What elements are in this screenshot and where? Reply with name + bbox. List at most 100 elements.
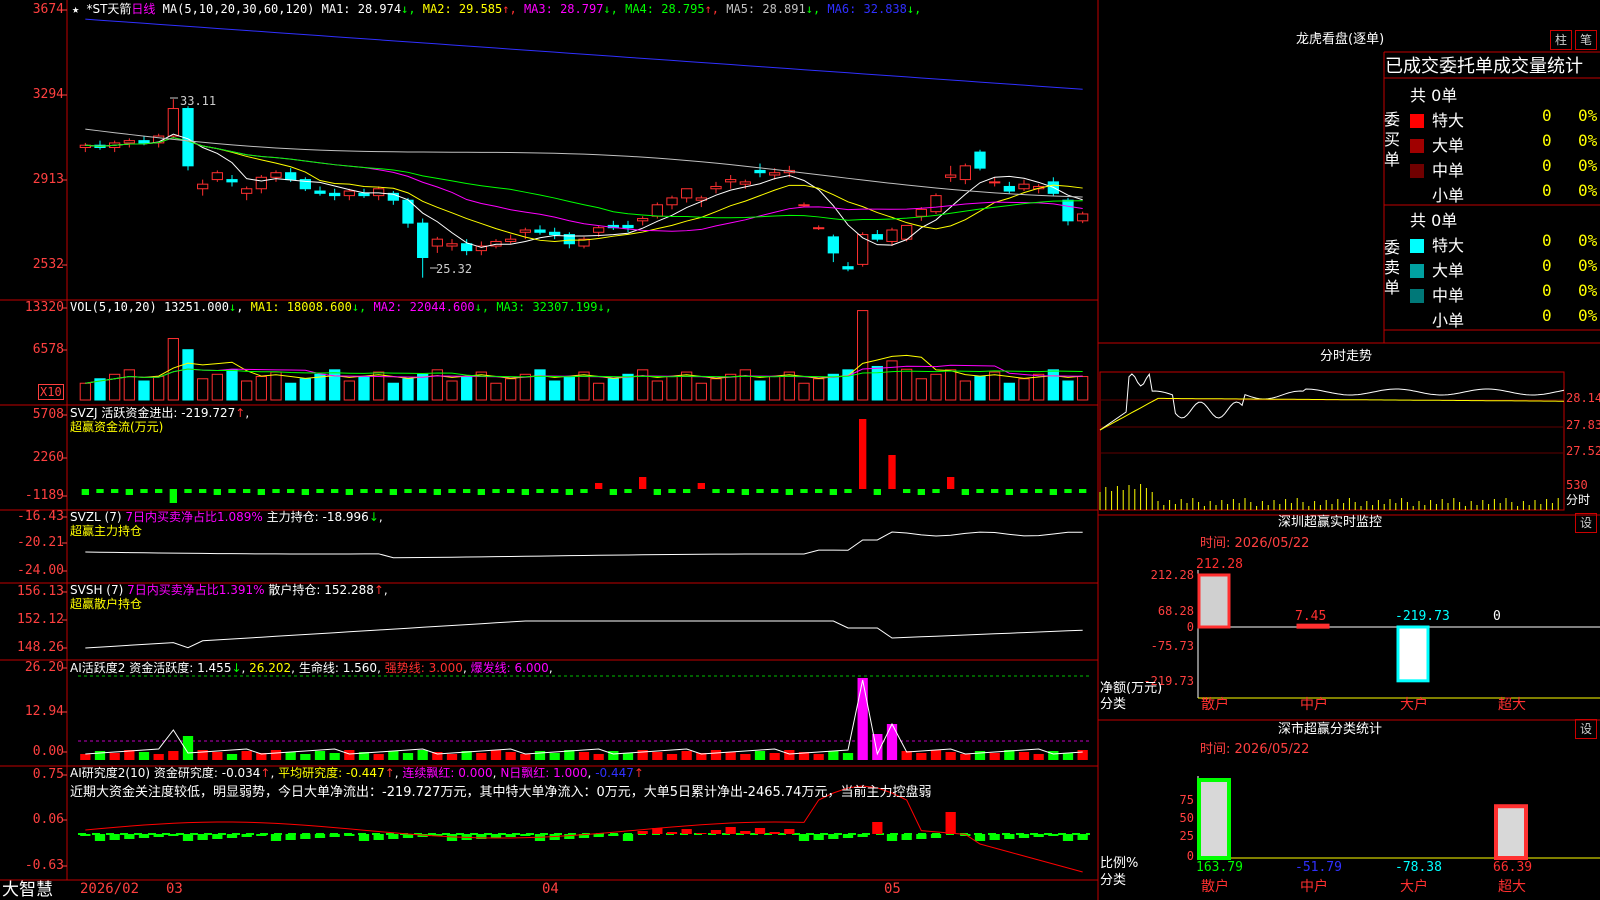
ai2-bar — [681, 829, 692, 834]
volume-bar — [974, 376, 986, 401]
svzj-bar — [375, 489, 383, 493]
svzl-axis-label: -16.43 — [17, 509, 64, 524]
candle — [197, 183, 209, 190]
buy-row: 特大 — [1410, 107, 1464, 131]
candle — [989, 181, 1001, 184]
ai2-bar — [886, 834, 898, 841]
monitor-settings-button[interactable]: 设 — [1575, 513, 1597, 533]
buy-row: 大单 — [1410, 132, 1464, 156]
ai1-bar — [549, 753, 560, 760]
ai1-bar — [388, 751, 399, 760]
ai2-bar — [80, 834, 91, 836]
vol-legend-arrow: ↓, — [597, 300, 612, 314]
svzj-bar — [184, 489, 192, 493]
svzl-name: SVZL (7) — [70, 510, 122, 524]
ai2-arrow3: ↑ — [633, 766, 644, 780]
intraday-title: 分时走势 — [1320, 349, 1373, 364]
ai2-bar — [1018, 834, 1030, 838]
svzj-axis-label: -1189 — [24, 488, 64, 503]
vol-unit-badge[interactable]: X10 — [38, 384, 64, 400]
ai2-bar — [270, 834, 282, 841]
ma-legend-item: MA4: 28.795 — [617, 2, 705, 16]
svzj-bar — [228, 489, 236, 493]
ai2-red-label: 连续飘红: — [402, 766, 455, 780]
ai2-bar — [916, 834, 927, 839]
svzj-tail: , — [245, 406, 250, 420]
ai1-axis-label: 12.94 — [24, 704, 64, 719]
candle — [255, 176, 267, 190]
volume-bar — [637, 369, 649, 401]
period-label[interactable]: 日线 — [131, 2, 155, 16]
volume-bar — [1018, 378, 1030, 401]
volume-bar — [798, 382, 810, 401]
ai2-bar — [740, 831, 751, 834]
svzj-arrow: ↑ — [235, 406, 246, 420]
star-icon[interactable]: ★ — [72, 2, 79, 16]
ma-label: MA(5,10,20,30,60,120) — [162, 2, 315, 16]
volume-bar — [343, 380, 355, 401]
svsh-label: 散户持仓: — [268, 583, 321, 597]
ai2-arrow1: ↑ — [260, 766, 271, 780]
svzj-bar — [507, 489, 515, 493]
volume-bar — [989, 371, 1001, 401]
volume-bar — [915, 378, 927, 401]
ai1-bar — [505, 752, 516, 760]
candle — [138, 140, 150, 144]
candle — [373, 188, 385, 197]
sell-row: 特大 — [1410, 232, 1464, 256]
ai1-bar — [886, 724, 898, 760]
svzj-bar — [800, 489, 808, 493]
svsh-tail: , — [383, 583, 388, 597]
bar-mode-button[interactable]: 柱 — [1550, 30, 1572, 50]
price-axis-label: 3674 — [32, 2, 64, 17]
dist-time: 时间: 2026/05/22 — [1200, 742, 1310, 757]
ai1-bar — [989, 753, 1000, 760]
intraday-axis-high: 28.14 — [1566, 391, 1600, 405]
row-pct: 0% — [1578, 256, 1598, 275]
dist-settings-button[interactable]: 设 — [1575, 719, 1597, 739]
buy-row: 中单 — [1410, 157, 1464, 181]
volume-bar — [182, 349, 194, 401]
svzj-bar — [213, 489, 221, 495]
svzj-bar — [917, 489, 925, 495]
row-pct: 0% — [1578, 156, 1598, 175]
volume-bar — [945, 369, 957, 401]
ai1-strong: 强势线: 3.000 — [384, 661, 463, 675]
candle — [270, 172, 282, 178]
analysis-comment: 近期大资金关注度较低，明显弱势，今日大单净流出：-219.727万元，其中特大单… — [70, 785, 932, 800]
brand-logo[interactable]: 大智慧 — [2, 880, 53, 900]
price-axis-label: 3294 — [32, 87, 64, 102]
svzj-bar — [257, 489, 265, 495]
svzl-arrow: ↓ — [368, 510, 379, 524]
svzj-bar — [169, 489, 177, 503]
volume-bar — [1062, 380, 1074, 401]
ai2-bar — [490, 834, 502, 838]
svzj-bar — [903, 489, 911, 493]
row-count: 0 — [1542, 231, 1552, 250]
ai2-bar — [124, 834, 135, 839]
color-swatch — [1410, 289, 1424, 303]
ai1-bar — [1033, 754, 1044, 760]
ai1-bar — [476, 753, 487, 760]
ai2-bar — [1062, 834, 1074, 841]
ai2-bar — [153, 834, 164, 837]
ma-legend-arrow: ↑, — [704, 2, 720, 16]
candle — [593, 227, 605, 233]
intraday-unit: 分时 — [1566, 493, 1591, 507]
ai2-bar — [138, 834, 150, 838]
svsh-arrow: ↑ — [373, 583, 384, 597]
price-axis-label: 2532 — [32, 257, 64, 272]
ai1-bar — [417, 750, 428, 760]
monitor-title: 深圳超赢实时监控 — [1278, 515, 1383, 530]
ai2-bar — [182, 834, 194, 841]
ai2-bar — [828, 834, 839, 839]
monitor-category: 大户 — [1400, 697, 1428, 713]
ai2-bar — [256, 834, 267, 836]
dist-bar — [1494, 804, 1528, 861]
tick-mode-button[interactable]: 笔 — [1575, 30, 1597, 50]
svzl-sub: 超赢主力持仓 — [70, 524, 143, 538]
row-label: 大单 — [1432, 136, 1465, 155]
svzl-axis-label: -24.00 — [17, 563, 64, 578]
candle — [1077, 213, 1089, 222]
candle — [974, 151, 986, 169]
